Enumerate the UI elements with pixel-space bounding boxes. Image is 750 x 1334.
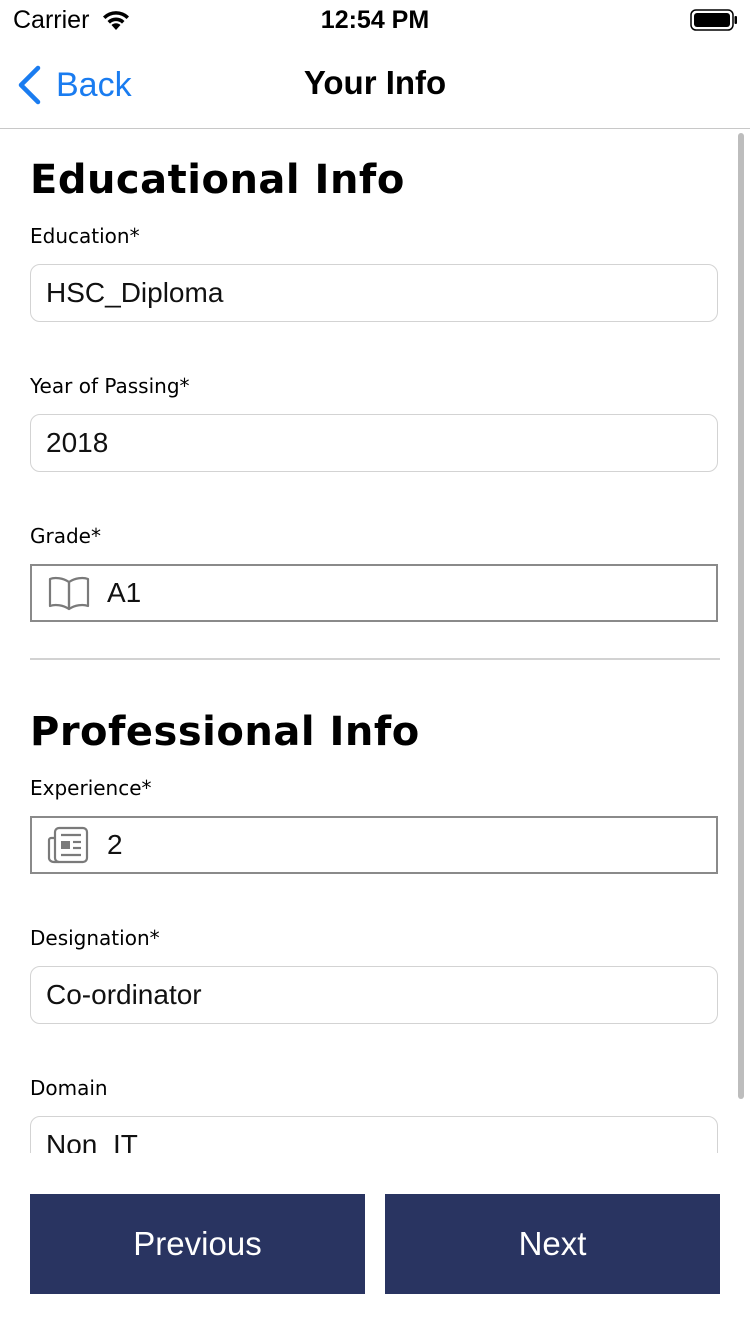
designation-label: Designation* <box>30 926 160 950</box>
clock: 12:54 PM <box>320 6 430 34</box>
domain-label: Domain <box>30 1076 108 1100</box>
form-scroll-area[interactable]: Educational Info Education* HSC_Diploma … <box>0 129 750 1153</box>
year-of-passing-label: Year of Passing* <box>30 374 190 398</box>
domain-value: Non_IT <box>46 1129 138 1153</box>
navigation-bar: Back Your Info <box>0 40 750 129</box>
experience-value: 2 <box>107 829 123 860</box>
previous-button-label: Previous <box>133 1225 262 1262</box>
scrollbar[interactable] <box>738 133 744 1099</box>
status-bar: Carrier 12:54 PM <box>0 0 750 40</box>
education-value: HSC_Diploma <box>46 277 224 308</box>
year-of-passing-field[interactable]: 2018 <box>30 414 718 472</box>
section-divider <box>30 658 720 660</box>
next-button[interactable]: Next <box>385 1194 720 1294</box>
newspaper-icon <box>47 826 89 864</box>
education-field[interactable]: HSC_Diploma <box>30 264 718 322</box>
experience-field[interactable]: 2 <box>30 816 718 874</box>
next-button-label: Next <box>518 1225 587 1262</box>
experience-label: Experience* <box>30 776 152 800</box>
education-label: Education* <box>30 224 140 248</box>
designation-value: Co-ordinator <box>46 979 202 1010</box>
page-title: Your Info <box>303 64 447 101</box>
grade-value: A1 <box>107 577 142 608</box>
professional-info-heading: Professional Info <box>30 709 420 755</box>
previous-button[interactable]: Previous <box>30 1194 365 1294</box>
domain-field[interactable]: Non_IT <box>30 1116 718 1153</box>
year-of-passing-value: 2018 <box>46 427 109 458</box>
designation-field[interactable]: Co-ordinator <box>30 966 718 1024</box>
grade-label: Grade* <box>30 524 101 548</box>
grade-field[interactable]: A1 <box>30 564 718 622</box>
educational-info-heading: Educational Info <box>30 157 405 203</box>
book-icon <box>48 576 90 611</box>
battery-icon <box>690 9 737 31</box>
